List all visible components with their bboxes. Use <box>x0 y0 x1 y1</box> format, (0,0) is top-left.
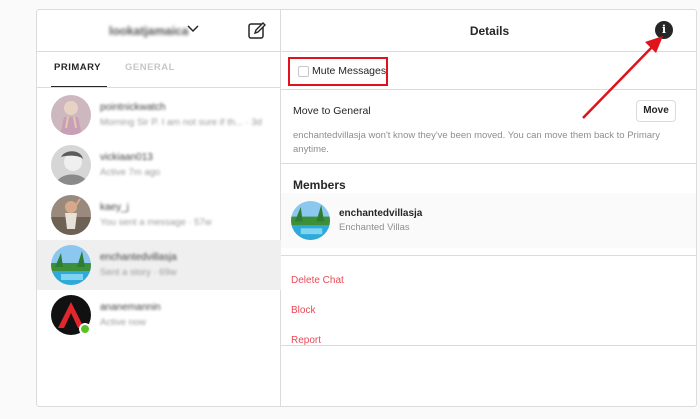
info-icon[interactable]: i <box>655 21 673 39</box>
conversation-preview: Morning Sir P. I am not sure if th... · … <box>100 117 262 128</box>
report-link[interactable]: Report <box>291 335 321 346</box>
delete-chat-link[interactable]: Delete Chat <box>291 275 344 286</box>
inbox-header: lookatjamaica <box>37 10 281 52</box>
member-item[interactable]: enchantedvillasja Enchanted Villas <box>281 193 696 248</box>
details-header: Details i <box>281 10 696 52</box>
conversation-name: ananemannin <box>100 302 161 313</box>
avatar <box>51 95 91 135</box>
conversation-item[interactable]: pointnickwatch Morning Sir P. I am not s… <box>37 90 281 140</box>
tab-general[interactable]: GENERAL <box>125 62 175 73</box>
member-username: enchantedvillasja <box>339 208 423 219</box>
conversation-item[interactable]: kaey_j You sent a message · 57w <box>37 190 281 240</box>
conversation-preview: Active now <box>100 317 146 328</box>
avatar <box>291 201 330 240</box>
block-link[interactable]: Block <box>291 305 315 316</box>
avatar <box>51 145 91 185</box>
move-to-general-label: Move to General <box>293 105 371 117</box>
direct-inbox-window: lookatjamaica PRIMARY GENERAL pointnickw… <box>36 9 697 407</box>
conversation-name: enchantedvillasja <box>100 252 177 263</box>
member-full-name: Enchanted Villas <box>339 222 410 233</box>
conversation-item[interactable]: vickiaan013 Active 7m ago <box>37 140 281 190</box>
chevron-down-icon[interactable] <box>187 23 199 37</box>
mute-messages-row[interactable]: Mute Messages <box>281 53 696 90</box>
avatar <box>51 245 91 285</box>
move-button[interactable]: Move <box>636 100 676 122</box>
online-status-dot <box>79 323 91 335</box>
mute-checkbox[interactable] <box>298 66 309 77</box>
members-heading: Members <box>293 178 346 192</box>
chat-actions: Delete Chat Block Report <box>281 255 696 346</box>
tab-primary[interactable]: PRIMARY <box>54 62 101 73</box>
conversation-preview: You sent a message · 57w <box>100 217 212 228</box>
mute-messages-label[interactable]: Mute Messages <box>312 65 386 77</box>
account-switcher[interactable]: lookatjamaica <box>109 24 188 38</box>
conversation-list-panel: lookatjamaica PRIMARY GENERAL pointnickw… <box>37 10 281 406</box>
active-tab-indicator <box>51 86 107 87</box>
compose-icon[interactable] <box>247 21 267 41</box>
page-title: Details <box>469 24 510 38</box>
conversation-name: kaey_j <box>100 202 129 213</box>
conversation-preview: Sent a story · 69w <box>100 267 177 278</box>
move-to-general-section: Move to General Move enchantedvillasja w… <box>281 91 696 164</box>
move-description: enchantedvillasja won't know they've bee… <box>293 130 660 155</box>
inbox-tabs: PRIMARY GENERAL <box>37 53 281 88</box>
conversation-name: vickiaan013 <box>100 152 153 163</box>
details-panel: Details i Mute Messages Move to General … <box>281 10 696 406</box>
conversation-name: pointnickwatch <box>100 102 166 113</box>
conversation-item[interactable]: ananemannin Active now <box>37 290 281 340</box>
conversation-item-selected[interactable]: enchantedvillasja Sent a story · 69w <box>37 240 281 290</box>
conversation-preview: Active 7m ago <box>100 167 161 178</box>
avatar <box>51 195 91 235</box>
